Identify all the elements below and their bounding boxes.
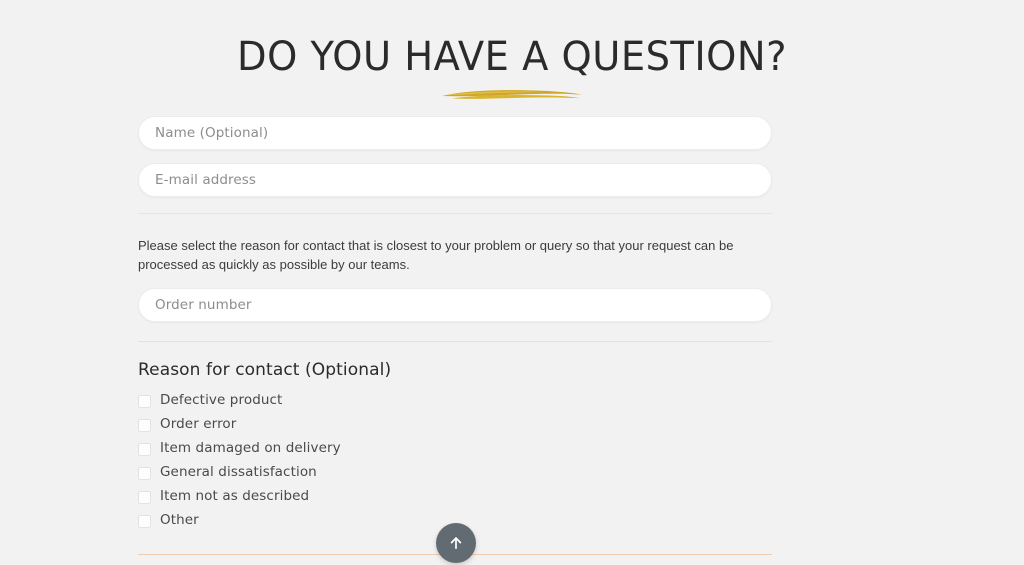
scroll-to-top-button[interactable] — [436, 523, 476, 563]
reason-option-item-damaged-on-delivery[interactable]: Item damaged on delivery — [138, 437, 638, 461]
reason-heading: Reason for contact (Optional) — [138, 360, 392, 380]
reason-option-defective-product[interactable]: Defective product — [138, 389, 638, 413]
reason-option-item-not-as-described[interactable]: Item not as described — [138, 485, 638, 509]
name-field-container[interactable] — [138, 116, 772, 150]
reason-option-label: Item damaged on delivery — [160, 440, 341, 457]
reason-checkbox-list: Defective product Order error Item damag… — [138, 389, 638, 533]
reason-option-label: General dissatisfaction — [160, 464, 317, 481]
page-title: DO YOU HAVE A QUESTION? — [237, 34, 787, 80]
order-number-input[interactable] — [153, 289, 771, 321]
checkbox-icon[interactable] — [138, 418, 151, 432]
reason-option-label: Order error — [160, 416, 237, 433]
email-input[interactable] — [153, 164, 771, 196]
contact-form-page: DO YOU HAVE A QUESTION? Please select th… — [0, 0, 1024, 565]
reason-option-label: Item not as described — [160, 488, 310, 505]
checkbox-icon[interactable] — [138, 514, 151, 528]
divider-top — [138, 213, 772, 214]
reason-option-label: Other — [160, 512, 199, 529]
checkbox-icon[interactable] — [138, 442, 151, 456]
contact-fields-group — [138, 116, 772, 210]
order-field-group — [138, 288, 772, 322]
intro-paragraph: Please select the reason for contact tha… — [138, 238, 734, 272]
arrow-up-icon — [447, 534, 465, 552]
reason-option-order-error[interactable]: Order error — [138, 413, 638, 437]
page-header: DO YOU HAVE A QUESTION? — [0, 0, 1024, 102]
reason-option-general-dissatisfaction[interactable]: General dissatisfaction — [138, 461, 638, 485]
reason-option-other[interactable]: Other — [138, 509, 638, 533]
checkbox-icon[interactable] — [138, 394, 151, 408]
order-number-field-container[interactable] — [138, 288, 772, 322]
reason-option-label: Defective product — [160, 392, 283, 409]
checkbox-icon[interactable] — [138, 490, 151, 504]
divider-middle — [138, 341, 772, 342]
title-underline-brushstroke — [442, 90, 582, 99]
checkbox-icon[interactable] — [138, 466, 151, 480]
name-input[interactable] — [153, 117, 771, 149]
reason-for-contact-section: Reason for contact (Optional) Defective … — [138, 360, 638, 533]
email-field-container[interactable] — [138, 163, 772, 197]
